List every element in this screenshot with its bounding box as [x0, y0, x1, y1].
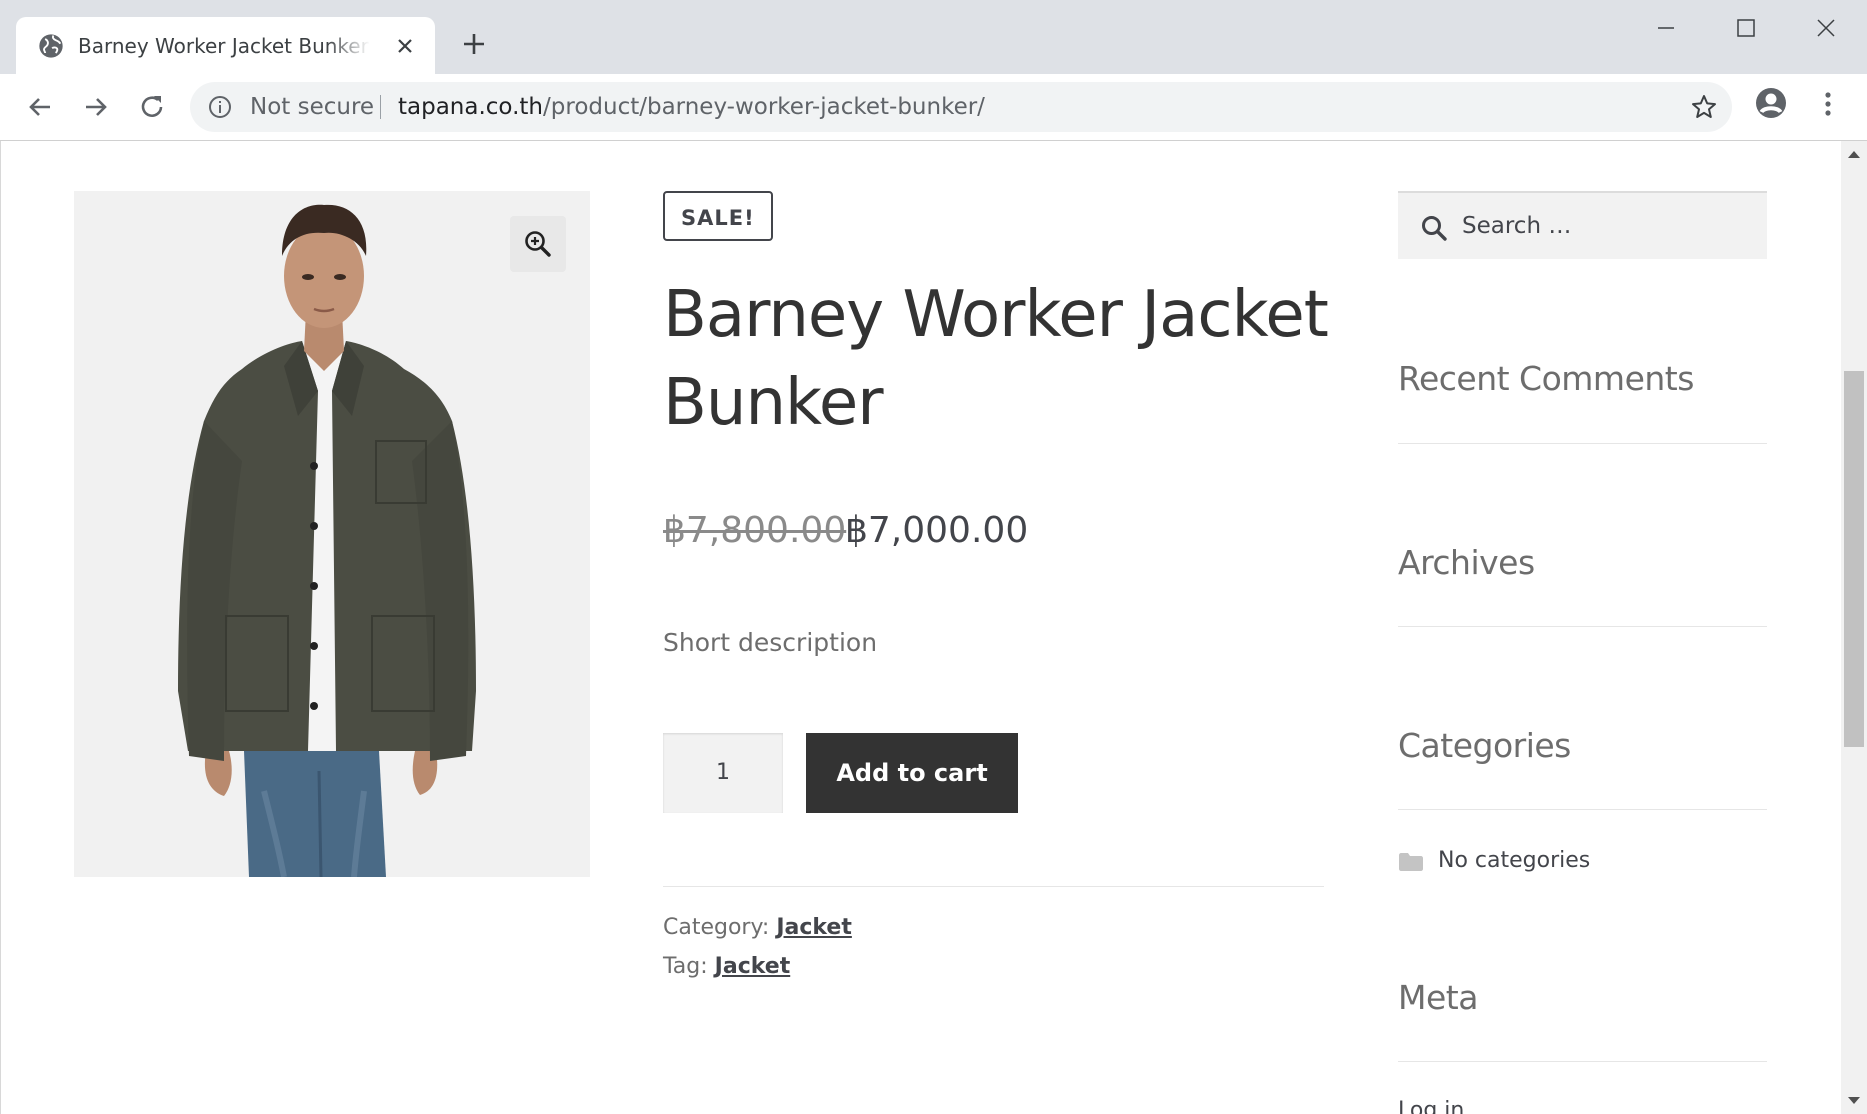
maximize-icon[interactable]	[1718, 12, 1774, 44]
product-meta-divider	[663, 886, 1324, 887]
info-icon[interactable]	[208, 95, 232, 119]
window-close-icon[interactable]	[1798, 12, 1854, 44]
omnibox-divider	[380, 95, 381, 119]
widget-title-recent-comments: Recent Comments	[1398, 359, 1694, 398]
product-tag: Tag: Jacket	[663, 951, 790, 983]
url-text[interactable]: tapana.co.th/product/barney-worker-jacke…	[398, 82, 985, 132]
widget-title-archives: Archives	[1398, 543, 1535, 582]
kebab-menu-icon[interactable]	[1820, 91, 1836, 117]
widget-divider	[1398, 809, 1767, 810]
widget-title-categories: Categories	[1398, 726, 1571, 765]
scroll-down-arrow-icon[interactable]	[1847, 1096, 1861, 1106]
scroll-up-arrow-icon[interactable]	[1847, 149, 1861, 159]
search-placeholder: Search …	[1462, 213, 1572, 239]
zoom-in-icon	[525, 231, 551, 257]
tag-label: Tag:	[663, 954, 708, 979]
regular-price: ฿7,800.00	[663, 510, 847, 551]
category-label: Category:	[663, 915, 770, 940]
reload-icon[interactable]	[136, 91, 168, 123]
security-label[interactable]: Not secure	[250, 82, 374, 132]
address-bar[interactable]: Not secure tapana.co.th/product/barney-w…	[190, 82, 1732, 132]
new-tab-icon[interactable]	[460, 30, 488, 58]
tab-title: Barney Worker Jacket Bunker – Tapana	[78, 34, 370, 58]
zoom-button[interactable]	[510, 216, 566, 272]
arrow-right-icon[interactable]	[80, 91, 112, 123]
url-path: /product/barney-worker-jacket-bunker/	[543, 94, 985, 120]
sale-badge: SALE!	[663, 191, 773, 241]
globe-icon	[39, 34, 63, 58]
add-to-cart-button[interactable]: Add to cart	[806, 733, 1018, 813]
tab-strip: Barney Worker Jacket Bunker – Tapana	[0, 0, 1867, 74]
profile-icon[interactable]	[1755, 87, 1787, 119]
product-photo	[74, 191, 590, 877]
category-link[interactable]: Jacket	[776, 915, 852, 940]
short-description: Short description	[663, 628, 878, 657]
minimize-icon[interactable]	[1638, 12, 1694, 44]
star-icon[interactable]	[1690, 93, 1718, 121]
meta-login-link[interactable]: Log in	[1398, 1095, 1464, 1114]
tag-link[interactable]: Jacket	[715, 954, 791, 979]
search-icon	[1422, 216, 1447, 241]
page-content: SALE! Barney Worker Jacket Bunker ฿7,800…	[0, 141, 1842, 1114]
product-title: Barney Worker Jacket Bunker	[663, 278, 1329, 440]
browser-tab[interactable]: Barney Worker Jacket Bunker – Tapana	[16, 17, 435, 74]
categories-empty-text: No categories	[1438, 848, 1591, 873]
product-image[interactable]	[74, 191, 590, 877]
search-input[interactable]: Search …	[1398, 191, 1767, 259]
widget-title-meta: Meta	[1398, 978, 1478, 1017]
widget-divider	[1398, 626, 1767, 627]
browser-toolbar: Not secure tapana.co.th/product/barney-w…	[0, 74, 1867, 141]
close-icon[interactable]	[394, 35, 416, 57]
folder-icon	[1399, 853, 1423, 871]
product-category: Category: Jacket	[663, 912, 852, 944]
widget-divider	[1398, 1061, 1767, 1062]
url-host: tapana.co.th	[398, 94, 544, 120]
page-scrollbar[interactable]	[1841, 141, 1867, 1114]
sale-price: ฿7,000.00	[845, 510, 1029, 551]
arrow-left-icon[interactable]	[24, 91, 56, 123]
scrollbar-thumb[interactable]	[1844, 371, 1864, 747]
widget-divider	[1398, 443, 1767, 444]
quantity-input[interactable]: 1	[663, 733, 783, 813]
